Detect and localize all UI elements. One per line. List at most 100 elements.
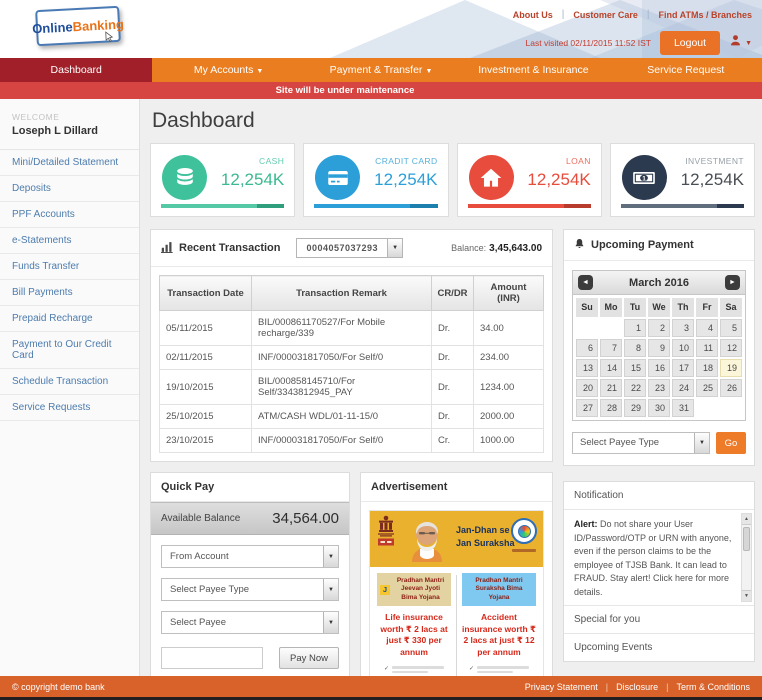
header-link-about-us[interactable]: About Us: [513, 10, 553, 20]
sidebar-item-ppf-accounts[interactable]: PPF Accounts: [0, 202, 139, 228]
scroll-down-icon[interactable]: ▼: [742, 590, 751, 601]
payee-type-select[interactable]: Select Payee Type ▼: [161, 578, 339, 601]
online-banking-logo[interactable]: OnlineBanking: [35, 6, 121, 46]
calendar-day-22[interactable]: 22: [624, 379, 646, 397]
card-value: 12,254K: [675, 170, 744, 190]
sidebar-item-prepaid-recharge[interactable]: Prepaid Recharge: [0, 306, 139, 332]
chevron-down-icon: ▼: [745, 40, 752, 47]
from-account-select[interactable]: From Account ▼: [161, 545, 339, 568]
upcoming-events-header[interactable]: Upcoming Events: [564, 634, 754, 661]
account-number-select[interactable]: 0004057037293 ▼: [296, 238, 403, 258]
summary-card-loan: LOAN12,254K: [457, 143, 602, 217]
calendar-day-11[interactable]: 11: [696, 339, 718, 357]
sidebar-item-funds-transfer[interactable]: Funds Transfer: [0, 254, 139, 280]
prev-month-button[interactable]: ◄: [578, 275, 593, 290]
header-link-find-atms-branches[interactable]: Find ATMs / Branches: [658, 10, 752, 20]
calendar-day-name: Sa: [720, 298, 742, 317]
header-link-customer-care[interactable]: Customer Care: [573, 10, 638, 20]
upcoming-payment-panel: Upcoming Payment ◄ March 2016 ► SuMoTuWe…: [563, 229, 755, 466]
sidebar-item-payment-to-our-credit-card[interactable]: Payment to Our Credit Card: [0, 332, 139, 369]
calendar-day-23[interactable]: 23: [648, 379, 670, 397]
nav-item-investment-insurance[interactable]: Investment & Insurance: [457, 58, 609, 82]
calendar-day-16[interactable]: 16: [648, 359, 670, 377]
payee-type-label: Select Payee Type: [162, 579, 323, 600]
cell-crdr: Dr.: [432, 405, 474, 429]
calendar-day-3[interactable]: 3: [672, 319, 694, 337]
calendar-day-2[interactable]: 2: [648, 319, 670, 337]
calendar-day-29[interactable]: 29: [624, 399, 646, 417]
footer-link-privacy-statement[interactable]: Privacy Statement: [525, 682, 598, 692]
next-month-button[interactable]: ►: [725, 275, 740, 290]
sidebar-item-e-statements[interactable]: e-Statements: [0, 228, 139, 254]
scroll-up-icon[interactable]: ▲: [742, 514, 751, 525]
calendar-day-9[interactable]: 9: [648, 339, 670, 357]
calendar-day-28[interactable]: 28: [600, 399, 622, 417]
calendar-day-20[interactable]: 20: [576, 379, 598, 397]
calendar-day-8[interactable]: 8: [624, 339, 646, 357]
card-label: INVESTMENT: [675, 156, 744, 166]
calendar-day-1[interactable]: 1: [624, 319, 646, 337]
chevron-down-icon: ▼: [323, 546, 338, 567]
sidebar-item-bill-payments[interactable]: Bill Payments: [0, 280, 139, 306]
calendar-day-31[interactable]: 31: [672, 399, 694, 417]
coins-icon: [162, 155, 207, 200]
sidebar-item-service-requests[interactable]: Service Requests: [0, 395, 139, 421]
calendar-day-15[interactable]: 15: [624, 359, 646, 377]
available-balance-label: Available Balance: [161, 513, 240, 524]
advertisement-panel: Advertisement: [360, 472, 553, 676]
calendar-day-18[interactable]: 18: [696, 359, 718, 377]
sidebar-item-deposits[interactable]: Deposits: [0, 176, 139, 202]
notification-header[interactable]: Notification: [564, 482, 754, 510]
payee-type-select[interactable]: Select Payee Type ▼: [572, 432, 710, 454]
nav-item-dashboard[interactable]: Dashboard: [0, 58, 152, 82]
chevron-down-icon: ▼: [323, 579, 338, 600]
scrollbar-thumb[interactable]: [743, 527, 750, 551]
footer-link-term-conditions[interactable]: Term & Conditions: [676, 682, 750, 692]
sidebar-item-mini-detailed-statement[interactable]: Mini/Detailed Statement: [0, 150, 139, 176]
go-button[interactable]: Go: [716, 432, 746, 454]
calendar-day-5[interactable]: 5: [720, 319, 742, 337]
amount-input[interactable]: [161, 647, 263, 669]
sidebar-item-schedule-transaction[interactable]: Schedule Transaction: [0, 369, 139, 395]
scrollbar[interactable]: ▲ ▼: [741, 513, 752, 602]
ad-bullets: ✓ ✓: [469, 666, 529, 676]
cursor-icon: [101, 29, 117, 50]
calendar-day-6[interactable]: 6: [576, 339, 598, 357]
nav-item-payment-transfer[interactable]: Payment & Transfer▼: [305, 58, 457, 82]
right-scheme-header: Pradhan Mantri Suraksha Bima Yojana: [462, 573, 536, 606]
page-title: Dashboard: [152, 109, 755, 133]
calendar-day-24[interactable]: 24: [672, 379, 694, 397]
available-balance-value: 34,564.00: [272, 510, 339, 527]
calendar-day-7[interactable]: 7: [600, 339, 622, 357]
calendar-day-30[interactable]: 30: [648, 399, 670, 417]
top-header: OnlineBanking About Us|Customer Care|Fin…: [0, 0, 762, 58]
logout-button[interactable]: Logout: [660, 31, 720, 55]
calendar-day-14[interactable]: 14: [600, 359, 622, 377]
nav-item-service-request[interactable]: Service Request: [610, 58, 762, 82]
nav-item-my-accounts[interactable]: My Accounts▼: [152, 58, 304, 82]
table-row: 02/11/2015INF/000031817050/For Self/0Dr.…: [160, 346, 544, 370]
calendar-day-27[interactable]: 27: [576, 399, 598, 417]
pay-now-button[interactable]: Pay Now: [279, 647, 339, 669]
calendar-day-13[interactable]: 13: [576, 359, 598, 377]
calendar-day-10[interactable]: 10: [672, 339, 694, 357]
calendar-day-26[interactable]: 26: [720, 379, 742, 397]
calendar-empty-cell: [696, 399, 718, 417]
calendar-day-25[interactable]: 25: [696, 379, 718, 397]
cell-amount: 234.00: [474, 346, 544, 370]
sidebar-menu: Mini/Detailed StatementDepositsPPF Accou…: [0, 149, 139, 421]
calendar-day-4[interactable]: 4: [696, 319, 718, 337]
payee-select[interactable]: Select Payee ▼: [161, 611, 339, 634]
welcome-label: WELCOME: [12, 112, 139, 122]
card-value: 12,254K: [215, 170, 284, 190]
calendar-day-21[interactable]: 21: [600, 379, 622, 397]
cell-remark: BIL/000861170527/For Mobile recharge/339: [252, 311, 432, 346]
calendar-day-17[interactable]: 17: [672, 359, 694, 377]
footer-link-disclosure[interactable]: Disclosure: [616, 682, 658, 692]
calendar-day-19[interactable]: 19: [720, 359, 742, 377]
calendar-day-12[interactable]: 12: [720, 339, 742, 357]
special-for-you-header[interactable]: Special for you: [564, 606, 754, 634]
calendar-day-name: Mo: [600, 298, 622, 317]
user-menu[interactable]: ▼: [729, 34, 752, 52]
column-header-cr-dr: CR/DR: [432, 276, 474, 311]
